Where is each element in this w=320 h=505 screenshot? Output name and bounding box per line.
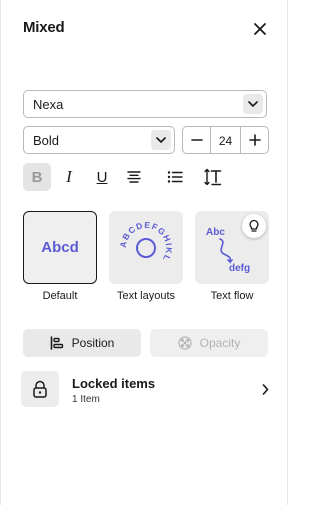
line-height-icon — [204, 168, 222, 186]
text-flow-tile: Abc defg — [195, 211, 269, 284]
text-style-layouts-label: Text layouts — [116, 290, 176, 302]
text-style-default[interactable]: Abcd Default — [23, 211, 97, 302]
locked-items-title: Locked items — [72, 376, 156, 391]
close-button[interactable] — [249, 18, 271, 40]
italic-button[interactable]: I — [55, 163, 83, 191]
decrease-size-button[interactable] — [183, 127, 211, 153]
close-icon — [254, 23, 266, 35]
text-style-options: Abcd Default ABCDEFGHIKL Text layouts Ab… — [23, 211, 271, 307]
align-center-button[interactable] — [120, 163, 148, 191]
line-height-button[interactable] — [199, 163, 227, 191]
font-weight-value: Bold — [33, 133, 60, 148]
locked-items-count: 1 Item — [72, 394, 100, 405]
text-style-flow[interactable]: Abc defg Text flow — [195, 211, 269, 302]
underline-button[interactable]: U — [88, 163, 116, 191]
text-format-toolbar: B I U — [23, 163, 267, 191]
minus-icon — [190, 139, 203, 141]
text-style-flow-label: Text flow — [210, 290, 254, 302]
lock-icon — [21, 371, 59, 407]
panel-title: Mixed — [23, 19, 65, 36]
chevron-down-icon[interactable] — [151, 130, 171, 150]
circular-text-preview: ABCDEFGHIKL — [118, 219, 173, 263]
bold-button[interactable]: B — [23, 163, 51, 191]
font-size-stepper: 24 — [182, 126, 269, 154]
text-style-default-tile: Abcd — [23, 211, 97, 284]
chevron-right-icon — [257, 381, 273, 397]
opacity-button[interactable]: Opacity — [150, 329, 268, 357]
locked-items-row[interactable]: Locked items 1 Item — [21, 369, 273, 409]
lightbulb-icon[interactable] — [242, 214, 266, 238]
properties-panel: Mixed Nexa Bold 24 B I U Abcd Default AB… — [0, 0, 288, 505]
text-style-layouts[interactable]: ABCDEFGHIKL Text layouts — [109, 211, 183, 302]
opacity-label: Opacity — [199, 336, 241, 350]
checkerboard-icon — [178, 336, 192, 350]
text-style-default-label: Default — [42, 290, 78, 302]
plus-icon — [248, 134, 261, 146]
chevron-down-icon[interactable] — [243, 94, 263, 114]
bullet-list-button[interactable] — [161, 163, 189, 191]
align-center-icon — [127, 171, 141, 183]
position-button[interactable]: Position — [23, 329, 141, 357]
align-left-icon — [50, 336, 64, 350]
font-family-value: Nexa — [33, 97, 64, 112]
panel-header: Mixed — [23, 18, 271, 40]
text-flow-preview-bottom: defg — [229, 263, 250, 274]
position-label: Position — [71, 336, 115, 350]
text-flow-preview-top: Abc — [206, 227, 225, 238]
font-weight-select[interactable]: Bold — [23, 126, 175, 154]
increase-size-button[interactable] — [240, 127, 268, 153]
bullet-list-icon — [167, 171, 183, 183]
text-layouts-tile: ABCDEFGHIKL — [109, 211, 183, 284]
font-family-select[interactable]: Nexa — [23, 90, 267, 118]
text-style-default-preview: Abcd — [41, 239, 79, 256]
font-size-value[interactable]: 24 — [211, 134, 240, 148]
